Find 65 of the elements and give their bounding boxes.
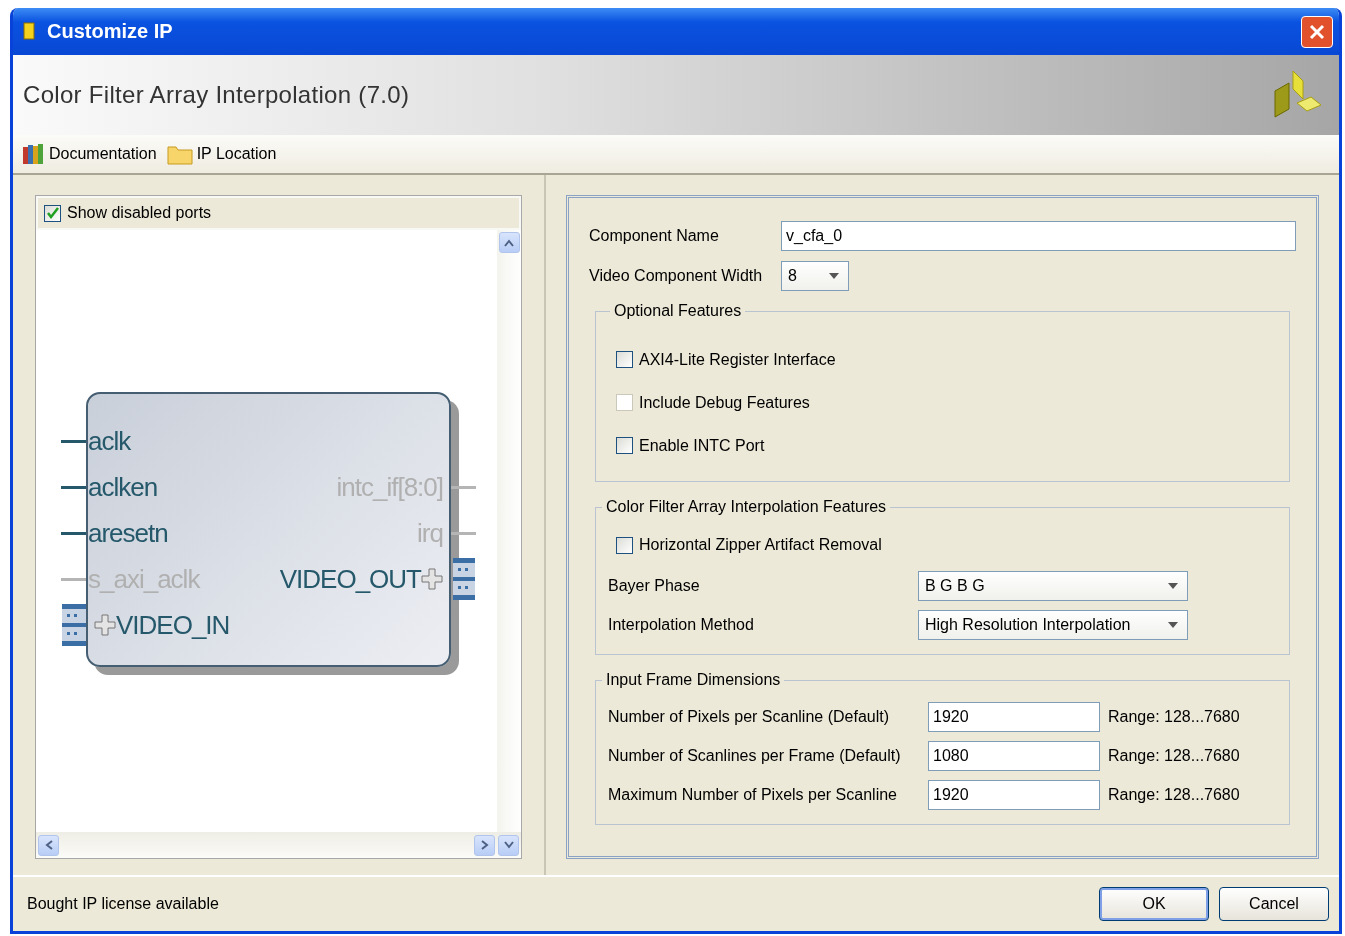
books-icon [21,142,45,166]
range-text: Range: 128...7680 [1108,785,1240,804]
field-label: Bayer Phase [608,576,701,595]
port-pin [61,577,86,581]
license-status: Bought IP license available [27,895,219,913]
feature-checkbox[interactable]: AXI4-Lite Register Interface [616,338,1269,381]
range-text: Range: 128...7680 [1108,746,1240,765]
cancel-button[interactable]: Cancel [1219,887,1329,921]
bus-connector-icon [453,558,475,600]
width-dropdown[interactable]: 8 [781,261,849,291]
dimension-field[interactable]: 1920 [928,779,1100,810]
port-label: intc_if[8:0] [336,471,443,503]
option-dropdown[interactable]: B G B G [918,570,1188,601]
bus-connector-icon [62,604,86,646]
port-pin [61,485,86,489]
caret-icon [1167,620,1179,629]
component-name-field[interactable]: v_cfa_0 [781,221,1296,251]
feature-checkbox[interactable]: Horizontal Zipper Artifact Removal [616,524,1279,566]
plus-icon [94,614,116,636]
horizontal-scrollbar[interactable] [36,832,521,858]
chevron-right-icon [479,839,490,851]
chevron-down-icon [502,840,515,850]
port-label: aclken [88,471,158,503]
vertical-scrollbar[interactable] [497,230,521,832]
field-label: Video Component Width [589,267,764,285]
close-button[interactable] [1301,15,1333,48]
port-pin [451,531,476,535]
feature-checkbox[interactable]: Enable INTC Port [616,424,1269,467]
window-title: Customize IP [47,20,174,43]
port-pin [451,485,476,489]
dimension-field[interactable]: 1920 [928,701,1100,732]
check-icon [45,206,60,220]
group-title: Input Frame Dimensions [605,671,782,689]
port-label: VIDEO_IN [116,609,230,641]
scroll-left-button[interactable] [38,834,59,856]
field-label: Component Name [589,227,720,245]
field-label: Number of Scanlines per Frame (Default) [608,746,902,765]
location-button[interactable]: IP Location [164,143,279,165]
caret-icon [1167,581,1179,590]
folder-icon [166,143,193,165]
port-label: irq [417,517,443,549]
chip-icon [21,21,37,42]
range-text: Range: 128...7680 [1108,707,1240,726]
field-label: Interpolation Method [608,615,755,634]
caret-icon [828,272,840,280]
port-pin [61,531,86,535]
chevron-up-icon [503,237,515,248]
scroll-down-button[interactable] [498,834,519,856]
field-label: Number of Pixels per Scanline (Default) [608,707,890,726]
scroll-up-button[interactable] [498,232,520,253]
ip-title: Color Filter Array Interpolation (7.0) [23,81,410,109]
chevron-left-icon [43,839,54,851]
port-pin [61,439,86,443]
documentation-button[interactable]: Documentation [19,142,159,166]
ok-button[interactable]: OK [1099,887,1209,921]
port-label: aresetn [88,517,168,549]
dimension-field[interactable]: 1080 [928,740,1100,771]
group-title: Optional Features [613,302,743,320]
scroll-right-button[interactable] [474,834,495,856]
port-label: VIDEO_OUT [279,563,421,595]
plus-icon [421,568,443,590]
option-dropdown[interactable]: High Resolution Interpolation [918,609,1188,640]
field-label: Maximum Number of Pixels per Scanline [608,785,898,804]
port-label: aclk [88,425,131,457]
group-title: Color Filter Array Interpolation Features [605,498,888,516]
